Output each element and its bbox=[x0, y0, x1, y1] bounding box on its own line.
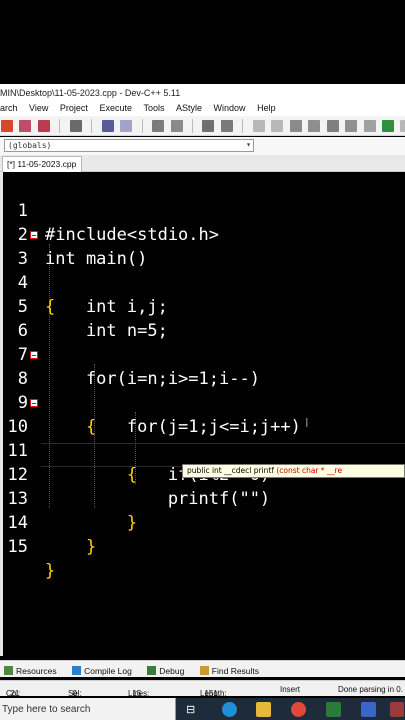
menu-view[interactable]: View bbox=[29, 101, 48, 113]
indent-icon[interactable] bbox=[202, 120, 215, 132]
toolbar-divider bbox=[141, 119, 143, 133]
unindent-icon[interactable] bbox=[220, 120, 233, 132]
open-file-icon[interactable] bbox=[19, 120, 32, 132]
chevron-down-icon[interactable]: ▾ bbox=[246, 140, 251, 149]
status-col: Col: 21 bbox=[6, 689, 21, 698]
save-icon[interactable] bbox=[37, 120, 50, 132]
new-file-icon[interactable] bbox=[1, 120, 13, 132]
debug-icon bbox=[147, 666, 157, 675]
app-icon[interactable] bbox=[361, 702, 376, 717]
new-class-icon[interactable] bbox=[308, 120, 321, 132]
store-icon[interactable] bbox=[326, 702, 341, 717]
devcpp-icon[interactable] bbox=[390, 702, 404, 717]
window-title: MIN\Desktop\11-05-2023.cpp - Dev-C++ 5.1… bbox=[0, 88, 181, 98]
code-text: } bbox=[45, 537, 97, 557]
scope-select[interactable]: (globals) ▾ bbox=[4, 139, 254, 152]
tab-find-results[interactable]: Find Results bbox=[196, 663, 266, 676]
undo-icon[interactable] bbox=[101, 120, 114, 132]
code-line: 9 for(j=1;j<=i;j++) bbox=[0, 367, 405, 437]
code-line: 7 for(i=n;i>=1;i--) bbox=[0, 319, 405, 389]
ibeam-cursor-icon: I bbox=[305, 416, 309, 430]
status-length: Length: 151 bbox=[200, 689, 227, 698]
task-view-icon[interactable]: ⊟ bbox=[186, 703, 201, 718]
editor-tab-row: [*] 11-05-2023.cpp bbox=[0, 155, 405, 172]
redo-icon[interactable] bbox=[120, 120, 133, 132]
code-line: 12 printf("") bbox=[0, 439, 405, 509]
tab-debug-label: Debug bbox=[159, 666, 185, 676]
chrome-icon[interactable] bbox=[291, 702, 306, 717]
code-line: 10 { bbox=[0, 391, 405, 485]
tab-compile-log[interactable]: Compile Log bbox=[68, 663, 139, 676]
bottom-panel-tabs: Resources Compile Log Debug Find Results bbox=[0, 660, 405, 677]
scope-select-value: (globals) bbox=[8, 141, 52, 150]
bookmark-icon[interactable] bbox=[289, 120, 302, 132]
taskbar-search-placeholder: Type here to search bbox=[2, 704, 91, 715]
scope-row: (globals) ▾ bbox=[0, 137, 405, 155]
toolbar-divider bbox=[91, 119, 93, 133]
code-line: 8 { bbox=[0, 343, 405, 437]
toolbar-divider bbox=[191, 119, 193, 133]
code-line: 5 int n=5; bbox=[0, 271, 405, 341]
options-icon[interactable] bbox=[363, 120, 376, 132]
check-icon[interactable] bbox=[381, 120, 394, 132]
tab-current-file-label: [*] 11-05-2023.cpp bbox=[7, 159, 77, 169]
fold-marker-icon[interactable] bbox=[30, 231, 38, 239]
code-line: 3 { bbox=[0, 223, 405, 317]
tab-resources[interactable]: Resources bbox=[0, 663, 64, 676]
status-message: Done parsing in 0. bbox=[338, 685, 403, 694]
status-sel: Sel: 0 bbox=[68, 689, 82, 698]
layout-icon[interactable] bbox=[345, 120, 358, 132]
replace-icon[interactable] bbox=[170, 120, 183, 132]
line-number: 15 bbox=[7, 537, 28, 557]
find-results-icon bbox=[199, 666, 209, 675]
status-mode: Insert bbox=[280, 685, 301, 694]
find-icon[interactable] bbox=[152, 120, 165, 132]
tab-debug[interactable]: Debug bbox=[143, 663, 191, 676]
tab-find-results-label: Find Results bbox=[211, 666, 260, 676]
tab-current-file[interactable]: [*] 11-05-2023.cpp bbox=[2, 156, 83, 172]
code-line: 15 } bbox=[0, 511, 405, 581]
fold-marker-icon[interactable] bbox=[30, 351, 38, 359]
menu-project[interactable]: Project bbox=[60, 101, 88, 113]
windows-taskbar: Type here to search ⊟ bbox=[0, 698, 405, 720]
status-lines: Lines: 15 bbox=[128, 689, 150, 698]
code-line: 6 bbox=[0, 295, 405, 341]
code-editor[interactable]: 1 #include<stdio.h> 2 int main() 3 { 4 i… bbox=[0, 172, 405, 656]
code-line: 11 if(i%2==0) bbox=[0, 415, 405, 485]
tooltip-args: (const char * __re bbox=[276, 466, 343, 475]
status-bar: Col: 21 Sel: 0 Lines: 15 Length: 151 Ins… bbox=[0, 680, 405, 698]
menu-help[interactable]: Help bbox=[257, 101, 276, 113]
code-line: 2 int main() bbox=[0, 199, 405, 269]
project-icon[interactable] bbox=[326, 120, 339, 132]
tab-resources-label: Resources bbox=[16, 666, 57, 676]
tooltip-signature: public int __cdecl printf bbox=[187, 466, 274, 475]
code-text: } bbox=[45, 561, 56, 581]
tab-compile-log-label: Compile Log bbox=[84, 666, 132, 676]
print-icon[interactable] bbox=[69, 120, 82, 132]
code-line: 4 int i,j; bbox=[0, 247, 405, 317]
back-icon[interactable] bbox=[252, 120, 265, 132]
main-toolbar bbox=[0, 116, 405, 136]
resources-icon bbox=[4, 666, 13, 675]
toolbar-divider bbox=[59, 119, 61, 133]
menu-execute[interactable]: Execute bbox=[99, 101, 132, 113]
code-line: 14 } bbox=[0, 487, 405, 557]
forward-icon[interactable] bbox=[271, 120, 284, 132]
menu-astyle[interactable]: AStyle bbox=[176, 101, 202, 113]
compile-log-icon bbox=[72, 666, 82, 675]
menu-search[interactable]: arch bbox=[0, 101, 18, 113]
taskbar-search-box[interactable]: Type here to search bbox=[0, 698, 176, 720]
close-icon[interactable] bbox=[400, 120, 405, 132]
menu-bar: arch View Project Execute Tools AStyle W… bbox=[0, 101, 405, 116]
function-signature-tooltip: public int __cdecl printf (const char * … bbox=[182, 464, 405, 478]
file-explorer-icon[interactable] bbox=[256, 702, 271, 717]
fold-marker-icon[interactable] bbox=[30, 399, 38, 407]
toolbar-divider bbox=[242, 119, 244, 133]
window-title-bar: MIN\Desktop\11-05-2023.cpp - Dev-C++ 5.1… bbox=[0, 84, 405, 101]
edge-icon[interactable] bbox=[222, 702, 237, 717]
video-letterbox bbox=[0, 0, 405, 84]
code-line: 1 #include<stdio.h> bbox=[0, 175, 405, 245]
menu-window[interactable]: Window bbox=[214, 101, 246, 113]
menu-tools[interactable]: Tools bbox=[143, 101, 164, 113]
